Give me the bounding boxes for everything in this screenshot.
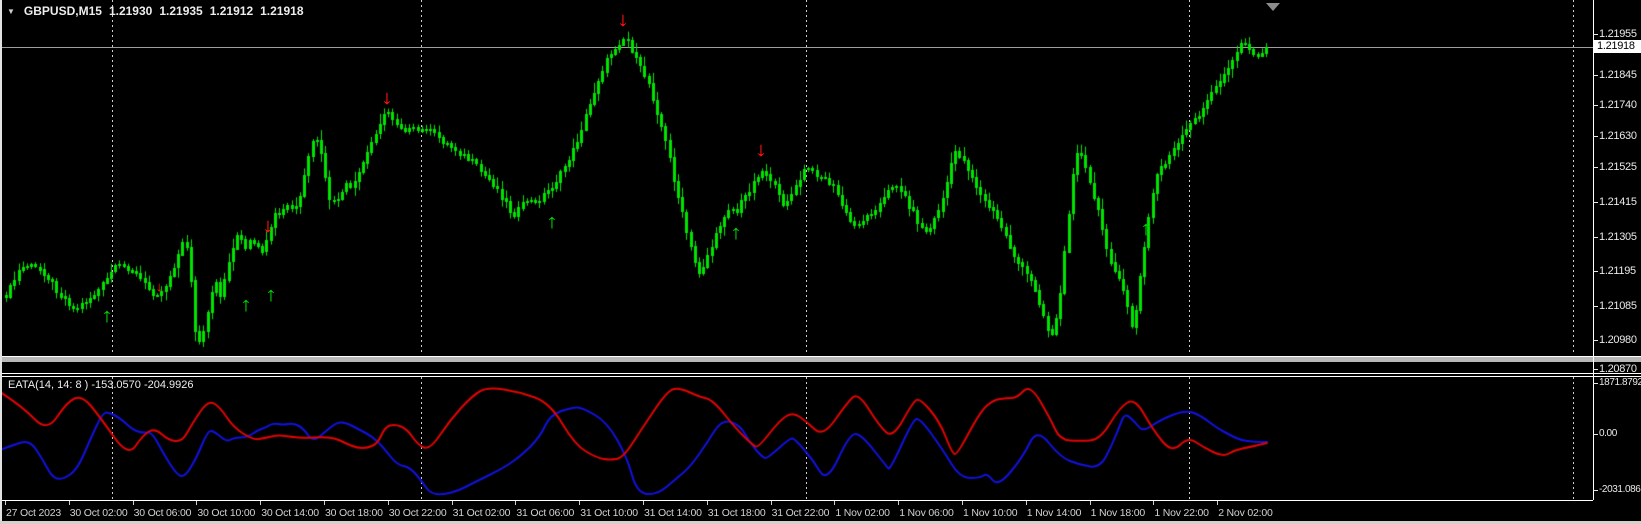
time-tick [451, 501, 453, 505]
symbol-dropdown-icon: ▼ [7, 6, 15, 16]
time-tick [579, 501, 581, 505]
indicator-pane-border-top2 [0, 376, 1641, 377]
time-axis-label: 1 Nov 14:00 [1026, 507, 1082, 519]
axis-tick [1593, 75, 1598, 76]
time-axis-label: 1 Nov 06:00 [899, 507, 954, 519]
axis-tick [1593, 202, 1598, 203]
time-tick [898, 501, 900, 505]
axis-label: 1.21740 [1599, 99, 1637, 111]
time-tick [324, 501, 325, 505]
axis-tick [1593, 34, 1598, 35]
buy-signal-arrow[interactable]: ↑ [264, 285, 277, 305]
axis-label: 0.00 [1599, 428, 1617, 439]
time-tick [132, 501, 134, 505]
time-tick [68, 501, 70, 505]
axis-label: 1.21955 [1599, 28, 1637, 40]
time-tick [260, 501, 262, 505]
sell-signal-arrow[interactable]: ↓ [754, 140, 767, 160]
axis-tick [1593, 237, 1598, 238]
sell-signal-arrow[interactable]: ↓ [261, 216, 274, 236]
symbol-timeframe-label: GBPUSD,M15 [23, 4, 102, 18]
axis-tick [1593, 271, 1598, 272]
axis-label: 1.21085 [1599, 300, 1637, 312]
time-tick [1153, 501, 1155, 505]
axis-label: 1.20980 [1599, 334, 1637, 346]
time-axis-label: 30 Oct 22:00 [388, 507, 447, 519]
time-axis-label: 31 Oct 22:00 [771, 507, 830, 519]
axis-label: 1.21305 [1599, 231, 1637, 243]
axis-label: 1.21415 [1599, 196, 1637, 208]
time-axis-label: 31 Oct 18:00 [707, 507, 766, 519]
time-tick [1025, 501, 1027, 505]
time-axis-label: 1 Nov 18:00 [1090, 507, 1146, 519]
time-axis-label: 31 Oct 14:00 [644, 507, 702, 519]
mt4-chart-window: ▼ GBPUSD,M15 1.21930 1.21935 1.21912 1.2… [0, 0, 1641, 524]
axis-tick [1593, 490, 1598, 491]
time-tick [770, 501, 772, 505]
time-axis-label: 1 Nov 02:00 [835, 507, 890, 519]
axis-label: 1.21630 [1599, 130, 1637, 142]
time-axis-label: 2 Nov 02:00 [1218, 507, 1273, 519]
axis-label: 1.21195 [1599, 265, 1636, 277]
time-axis-label: 30 Oct 18:00 [325, 507, 383, 519]
axis-tick [1593, 136, 1598, 137]
time-axis[interactable]: 27 Oct 2023 30 Oct 02:00 30 Oct 06:00 30 Oc… [0, 501, 1641, 521]
time-axis-label: 1 Nov 10:00 [963, 507, 1018, 519]
buy-signal-arrow[interactable]: ↑ [729, 223, 742, 243]
axis-label: 1871.8792 [1599, 377, 1641, 388]
time-axis-label: 27 Oct 2023 [6, 507, 62, 519]
axis-tick [1593, 105, 1598, 106]
buy-signal-arrow[interactable]: ↑ [239, 295, 252, 315]
time-tick [962, 501, 963, 505]
price-axis[interactable]: 1.21955 1.21845 1.21740 1.21630 1.21525 1.214… [1593, 0, 1641, 500]
axis-tick [1593, 340, 1598, 341]
time-tick [643, 501, 644, 505]
buy-signal-arrow[interactable]: ↑ [545, 212, 558, 232]
time-tick [706, 501, 708, 505]
sell-signal-arrow[interactable]: ↓ [380, 88, 393, 108]
buy-signal-arrow[interactable]: ↑ [100, 306, 113, 326]
time-tick [834, 501, 836, 505]
axis-tick [1593, 306, 1598, 307]
time-axis-label: 30 Oct 14:00 [261, 507, 319, 519]
pane-divider[interactable] [0, 356, 1641, 362]
ohlc-close: 1.21918 [260, 4, 304, 18]
buy-signal-arrow[interactable]: ↑ [1139, 219, 1152, 239]
time-tick [1217, 501, 1219, 505]
current-price-box: 1.21918 [1594, 40, 1641, 53]
axis-tick [1593, 434, 1598, 435]
axis-label: 1.20870 [1599, 363, 1637, 375]
time-tick [5, 501, 6, 505]
time-tick [196, 501, 198, 505]
ohlc-high: 1.21935 [159, 4, 203, 18]
chart-title: ▼ GBPUSD,M15 1.21930 1.21935 1.21912 1.2… [7, 4, 304, 18]
ohlc-low: 1.21912 [209, 4, 254, 18]
time-tick [387, 501, 389, 505]
axis-label: 1.21525 [1599, 161, 1637, 173]
time-tick [1089, 501, 1091, 505]
axis-tick [1593, 383, 1598, 384]
time-axis-label: 30 Oct 06:00 [133, 507, 192, 519]
axis-label: 1.21845 [1599, 69, 1637, 81]
axis-tick [1593, 369, 1598, 370]
time-axis-label: 31 Oct 10:00 [580, 507, 638, 519]
time-axis-label: 1 Nov 22:00 [1154, 507, 1209, 519]
sell-signal-arrow[interactable]: ↓ [155, 280, 163, 293]
sell-signal-arrow[interactable]: ↓ [616, 10, 629, 30]
time-tick [515, 501, 517, 505]
window-left-border [0, 0, 2, 521]
time-axis-label: 30 Oct 10:00 [197, 507, 256, 519]
chart-shift-marker-icon[interactable] [1266, 3, 1280, 11]
indicator-pane-border-top [0, 373, 1641, 374]
axis-label: -2031.086 [1599, 484, 1641, 495]
axis-tick [1593, 167, 1598, 168]
time-axis-label: 31 Oct 06:00 [516, 507, 575, 519]
indicator-canvas[interactable] [2, 377, 1593, 500]
time-axis-label: 30 Oct 02:00 [69, 507, 128, 519]
ohlc-open: 1.21930 [108, 4, 153, 18]
indicator-label: EATA(14, 14: 8 ) -153.0570 -204.9926 [8, 379, 194, 391]
time-axis-label: 31 Oct 02:00 [452, 507, 511, 519]
